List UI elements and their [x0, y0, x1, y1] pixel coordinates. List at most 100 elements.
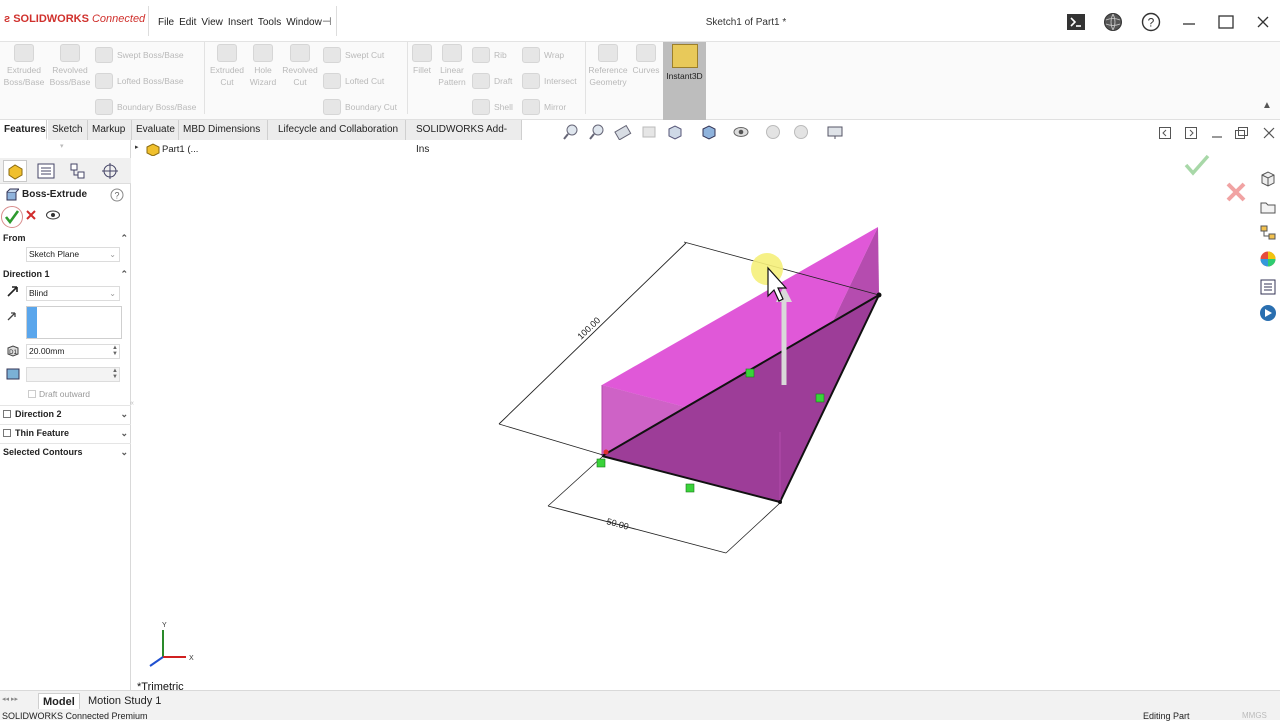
panel-grip-icon[interactable]: ▾ [60, 142, 64, 150]
lofted-boss-button[interactable]: Lofted Boss/Base [95, 73, 184, 89]
depth-icon: D1 [7, 345, 19, 357]
zoom-to-area-icon[interactable] [588, 124, 606, 140]
view-settings-icon[interactable] [826, 124, 844, 140]
maximize-icon[interactable] [1215, 11, 1237, 33]
checkbox-icon[interactable] [3, 410, 11, 418]
close-icon[interactable] [1252, 11, 1274, 33]
rib-button[interactable]: Rib [472, 47, 507, 63]
help-icon[interactable]: ? [1140, 11, 1162, 33]
spin-arrows-icon[interactable]: ▲ ▼ [112, 368, 118, 380]
boundary-cut-button[interactable]: Boundary Cut [323, 99, 397, 115]
draft-angle-input[interactable]: ▲ ▼ [26, 367, 120, 382]
wrap-button[interactable]: Wrap [522, 47, 564, 63]
reverse-direction-icon[interactable] [5, 284, 21, 298]
mirror-button[interactable]: Mirror [522, 99, 566, 115]
custom-properties-icon[interactable] [1258, 277, 1278, 297]
tab-mbd-dimensions[interactable]: MBD Dimensions [179, 120, 268, 140]
reference-geometry-button[interactable]: Reference Geometry [586, 44, 630, 88]
viewport-restore-right-icon[interactable] [1184, 126, 1198, 140]
preview-eye-icon[interactable] [45, 209, 61, 221]
minimize-icon[interactable] [1178, 11, 1200, 33]
confirm-corner-cancel-icon[interactable] [1226, 182, 1246, 202]
file-explorer-icon[interactable] [1258, 223, 1278, 243]
tab-addins[interactable]: SOLIDWORKS Add-Ins [406, 120, 522, 155]
zoom-to-fit-icon[interactable] [562, 124, 580, 140]
solidworks-forum-icon[interactable] [1258, 303, 1278, 323]
direction-selection-box[interactable] [26, 306, 122, 339]
width-dimension-text[interactable]: 50.00 [605, 516, 629, 531]
relation-marker-icon[interactable] [596, 458, 606, 468]
draft-on-off-icon[interactable] [5, 367, 21, 381]
instant3d-button[interactable]: Instant3D [663, 42, 706, 120]
status-units[interactable]: MMGS [1242, 711, 1267, 720]
hide-show-items-icon[interactable] [732, 124, 750, 140]
viewport-minimize-icon[interactable] [1210, 126, 1224, 140]
depth-input[interactable]: 20.00mm ▲ ▼ [26, 344, 120, 359]
command-search-icon[interactable] [1065, 11, 1087, 33]
draft-outward-checkbox[interactable]: Draft outward [28, 389, 90, 399]
revolved-cut-button[interactable]: Revolved Cut [280, 44, 320, 88]
checkbox-icon[interactable] [3, 429, 11, 437]
revolved-boss-button[interactable]: Revolved Boss/Base [48, 44, 92, 88]
section-selected-contours[interactable]: Selected Contours ⌄ [0, 443, 131, 459]
previous-view-icon[interactable] [614, 124, 632, 140]
tab-motion-study[interactable]: Motion Study 1 [84, 693, 165, 709]
relation-marker-icon[interactable] [815, 393, 825, 403]
curves-button[interactable]: Curves [630, 44, 662, 76]
tab-sketch[interactable]: Sketch [48, 120, 88, 140]
pm-help-icon[interactable]: ? [110, 188, 124, 202]
section-thin-feature[interactable]: Thin Feature ⌄ [0, 424, 131, 440]
crosshair-target-icon [102, 163, 118, 179]
boundary-boss-button[interactable]: Boundary Boss/Base [95, 99, 196, 115]
tab-lifecycle[interactable]: Lifecycle and Collaboration [268, 120, 406, 140]
lofted-cut-button[interactable]: Lofted Cut [323, 73, 384, 89]
property-manager-tab[interactable] [34, 160, 58, 182]
display-style-icon[interactable] [700, 124, 718, 140]
section-direction-1[interactable]: Direction 1 ⌃ [0, 266, 131, 282]
viewport-restore-icon[interactable] [1234, 126, 1250, 140]
community-globe-icon[interactable] [1102, 11, 1124, 33]
intersect-button[interactable]: Intersect [522, 73, 577, 89]
extruded-boss-button[interactable]: Extruded Boss/Base [3, 44, 45, 88]
from-dropdown[interactable]: Sketch Plane ⌄ [26, 247, 120, 262]
tab-markup[interactable]: Markup [88, 120, 132, 140]
feature-manager-tab[interactable] [3, 160, 27, 182]
shell-button[interactable]: Shell [472, 99, 513, 115]
dimension-line-width [547, 505, 727, 554]
hole-wizard-button[interactable]: Hole Wizard [246, 44, 280, 88]
design-library-icon[interactable] [1258, 197, 1278, 217]
viewport-restore-left-icon[interactable] [1158, 126, 1172, 140]
cancel-x-icon[interactable] [25, 209, 37, 221]
draft-button[interactable]: Draft [472, 73, 512, 89]
tab-evaluate[interactable]: Evaluate [132, 120, 179, 140]
viewport-close-icon[interactable] [1262, 126, 1276, 140]
edit-appearance-icon[interactable] [764, 124, 782, 140]
section-direction-2[interactable]: Direction 2 ⌄ [0, 405, 131, 421]
section-view-icon[interactable] [640, 124, 658, 140]
swept-cut-button[interactable]: Swept Cut [323, 47, 384, 63]
section-from[interactable]: From ⌃ [0, 230, 131, 246]
tab-scroll-arrows-icon[interactable]: ◂◂ ▸▸ [2, 695, 18, 703]
collapse-ribbon-icon[interactable]: ▲ [1262, 100, 1272, 111]
view-orientation-icon[interactable] [666, 124, 684, 140]
appearances-icon[interactable] [1258, 249, 1278, 269]
solidworks-resources-icon[interactable] [1258, 169, 1278, 189]
extruded-cut-button[interactable]: Extruded Cut [206, 44, 248, 88]
dimxpert-manager-tab[interactable] [98, 160, 122, 182]
graphics-area[interactable]: ▸ Part1 (... 100.00 50.00 Y X *Trimetric [131, 140, 1280, 690]
tab-features[interactable]: Features [0, 120, 47, 140]
relation-marker-icon[interactable] [745, 368, 755, 378]
manager-tabs [0, 158, 131, 184]
spin-arrows-icon[interactable]: ▲ ▼ [112, 345, 118, 357]
end-condition-dropdown[interactable]: Blind ⌄ [26, 286, 120, 301]
tab-model[interactable]: Model [38, 693, 80, 709]
swept-boss-button[interactable]: Swept Boss/Base [95, 47, 184, 63]
configuration-manager-tab[interactable] [66, 160, 90, 182]
relation-marker-icon[interactable] [685, 483, 695, 493]
fillet-button[interactable]: Fillet [409, 44, 435, 76]
feature-tree-icon [8, 164, 23, 180]
confirm-corner-ok-icon[interactable] [1184, 154, 1210, 176]
ok-button[interactable] [1, 206, 23, 228]
linear-pattern-button[interactable]: Linear Pattern [436, 44, 468, 88]
apply-scene-icon[interactable] [792, 124, 810, 140]
